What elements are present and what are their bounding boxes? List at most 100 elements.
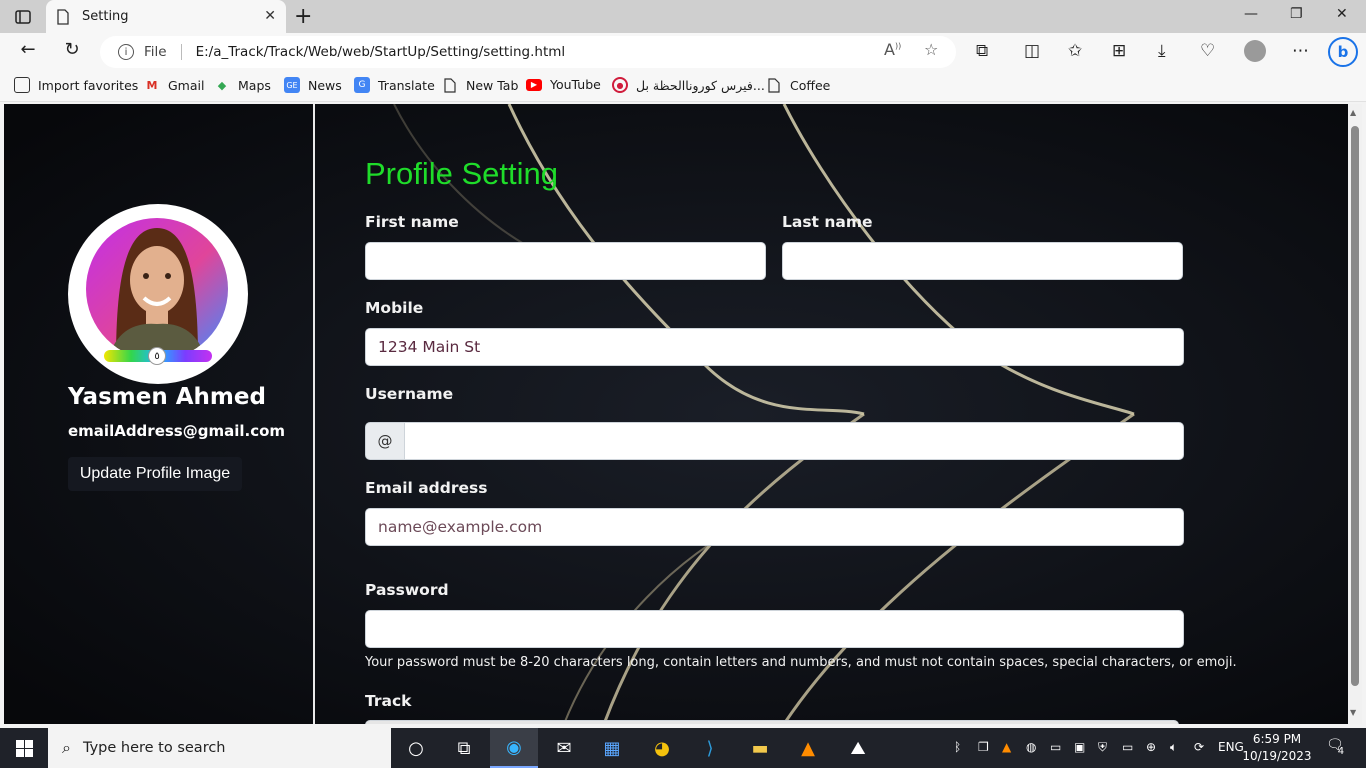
file-explorer-icon[interactable]: ▬ [736,728,784,768]
page-icon [766,77,782,93]
favorite-item[interactable]: M Gmail [144,77,205,93]
username-label: Username [365,385,454,403]
youtube-icon: ▶ [526,78,542,91]
password-label: Password [365,581,449,599]
last-name-field[interactable] [782,242,1183,280]
minimize-icon[interactable]: — [1244,6,1258,22]
cortana-icon[interactable]: ○ [392,728,440,768]
favorite-item[interactable]: Import favorites [14,77,138,93]
favorite-item[interactable]: ▶ YouTube [526,77,601,92]
avatar: ٥ [68,204,248,384]
tab-title: Setting [82,9,129,24]
vscode-app-icon[interactable]: ⟩ [686,728,734,768]
target-icon: ● [612,77,628,93]
username-field[interactable] [404,422,1184,460]
first-name-field[interactable] [365,242,766,280]
page-viewport: ٥ Yasmen Ahmed emailAddress@gmail.com Up… [4,104,1348,724]
back-icon[interactable]: ← [14,39,42,60]
split-screen-icon[interactable]: ◫ [1024,41,1040,61]
favorite-label: فيرس كوروناالحظة بل... [636,77,765,93]
favorite-item[interactable]: G Translate [354,77,435,93]
new-tab-button[interactable]: + [294,4,312,29]
chrome-app-icon[interactable]: ◕ [638,728,686,768]
translate-icon: G [354,77,370,93]
rating-slider[interactable]: ٥ [104,347,212,365]
tab-actions-icon[interactable] [10,6,36,28]
scroll-down-icon[interactable]: ▼ [1350,708,1356,717]
profile-sidebar: ٥ Yasmen Ahmed emailAddress@gmail.com Up… [4,104,314,724]
page-icon [442,77,458,93]
info-icon[interactable]: i [118,44,134,60]
volume-icon[interactable]: 🔈︎ [1170,740,1177,755]
read-aloud-icon[interactable]: A)) [884,40,901,59]
restore-icon[interactable]: ❐ [1290,6,1303,22]
tray-copy-icon[interactable]: ❐ [978,740,989,754]
profile-avatar-icon[interactable] [1244,40,1266,62]
favorite-item[interactable]: ◆ Maps [214,77,271,93]
protocol-label: File [144,44,167,60]
favorites-icon[interactable]: ✩ [1068,41,1082,61]
tray-shield-icon[interactable]: ⛨ [1098,740,1107,755]
first-name-label: First name [365,213,459,231]
favorite-item[interactable]: GE News [284,77,342,93]
refresh-icon[interactable]: ↻ [58,39,86,60]
scrollbar-thumb[interactable] [1351,126,1359,686]
photos-app-icon[interactable]: ⛰ [834,728,882,768]
taskbar-search[interactable]: ⌕ Type here to search [48,728,391,768]
favorite-item[interactable]: Coffee [766,77,830,93]
tray-display-icon[interactable]: ▭ [1050,740,1061,754]
page-icon [57,8,69,25]
tray-sync-icon[interactable]: ⟳ [1194,740,1204,754]
copilot-icon[interactable]: b [1328,37,1358,67]
tray-app-icon[interactable]: ◍ [1026,740,1036,754]
notifications-icon[interactable]: 🗨︎4 [1326,737,1350,757]
username-prefix: @ [365,422,405,460]
news-icon: GE [284,77,300,93]
mail-app-icon[interactable]: ✉ [540,728,588,768]
import-icon [14,77,30,93]
edge-app-icon[interactable]: ◉ [490,728,538,768]
favorite-item[interactable]: New Tab [442,77,518,93]
password-field[interactable] [365,610,1184,648]
network-icon[interactable]: ⊕ [1146,740,1156,754]
profile-name: Yasmen Ahmed [68,384,266,410]
favorite-label: News [308,77,342,93]
email-label: Email address [365,479,488,497]
favorite-label: YouTube [550,77,601,92]
bluetooth-icon[interactable]: ᛒ [954,740,961,754]
rating-knob[interactable]: ٥ [148,347,166,365]
more-menu-icon[interactable]: ⋯ [1292,41,1309,61]
favorite-item[interactable]: ● فيرس كوروناالحظة بل... [612,77,765,93]
scroll-up-icon[interactable]: ▲ [1350,108,1356,117]
mobile-field[interactable]: 1234 Main St [365,328,1184,366]
tab-strip: Setting ✕ + — ❐ ✕ [0,0,1366,33]
track-label: Track [365,692,412,710]
tray-vlc-icon[interactable]: ▲ [1002,740,1011,754]
address-bar[interactable]: i File E:/a_Track/Track/Web/web/StartUp/… [100,36,956,68]
downloads-icon[interactable]: ⤓ [1158,41,1166,61]
address-separator [180,44,182,60]
page-scrollbar[interactable]: ▲ ▼ [1348,104,1362,724]
close-tab-icon[interactable]: ✕ [264,8,276,24]
performance-icon[interactable]: ♡ [1200,41,1215,61]
start-button[interactable] [0,728,48,768]
task-view-icon[interactable]: ⧉ [440,728,488,768]
track-select[interactable] [365,720,1179,724]
collections-icon[interactable]: ⊞ [1112,41,1126,61]
vlc-app-icon[interactable]: ▲ [784,728,832,768]
search-placeholder: Type here to search [82,740,226,756]
update-profile-image-button[interactable]: Update Profile Image [68,457,242,491]
tray-network-app-icon[interactable]: ▣ [1074,740,1085,754]
extensions-icon[interactable]: ⧉ [976,41,988,61]
store-app-icon[interactable]: ▦ [588,728,636,768]
battery-icon[interactable]: ▭ [1122,740,1133,754]
address-text[interactable]: E:/a_Track/Track/Web/web/StartUp/Setting… [196,44,566,60]
browser-tab[interactable]: Setting ✕ [46,0,286,33]
favorite-label: Maps [238,77,271,93]
email-field[interactable]: name@example.com [365,508,1184,546]
favorites-bar: Import favorites M Gmail ◆ Maps GE News … [0,71,1366,102]
taskbar-clock[interactable]: 6:59 PM 10/19/2023 [1238,731,1316,765]
window-close-icon[interactable]: ✕ [1336,6,1348,22]
favorite-star-icon[interactable]: ☆ [924,40,938,59]
profile-photo [86,218,228,360]
